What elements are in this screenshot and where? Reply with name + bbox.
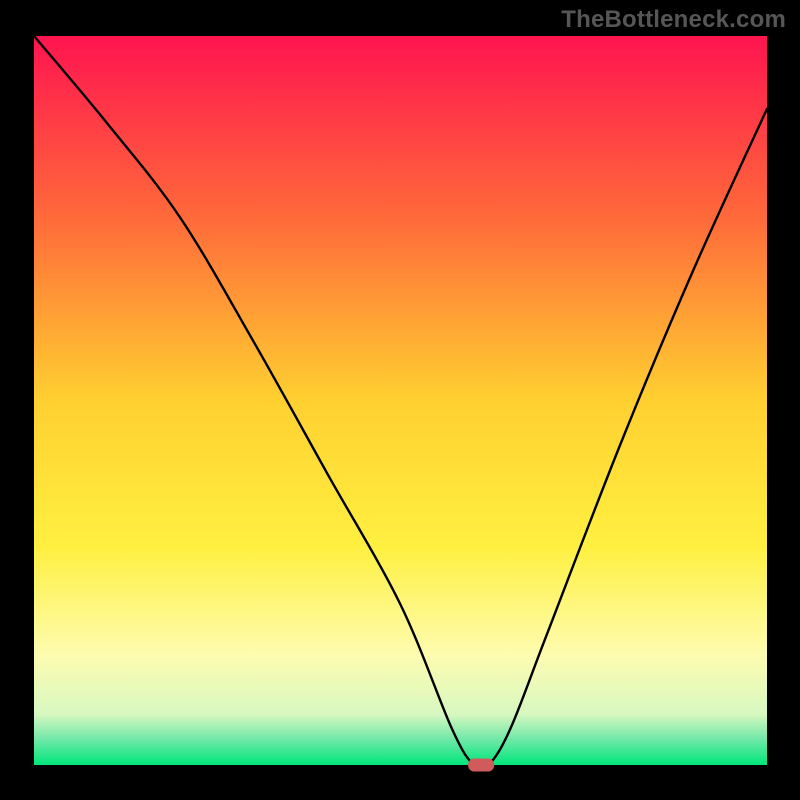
plot-background: [34, 36, 767, 765]
chart-frame: TheBottleneck.com: [0, 0, 800, 800]
optimal-marker: [468, 759, 494, 772]
bottleneck-chart: [0, 0, 800, 800]
